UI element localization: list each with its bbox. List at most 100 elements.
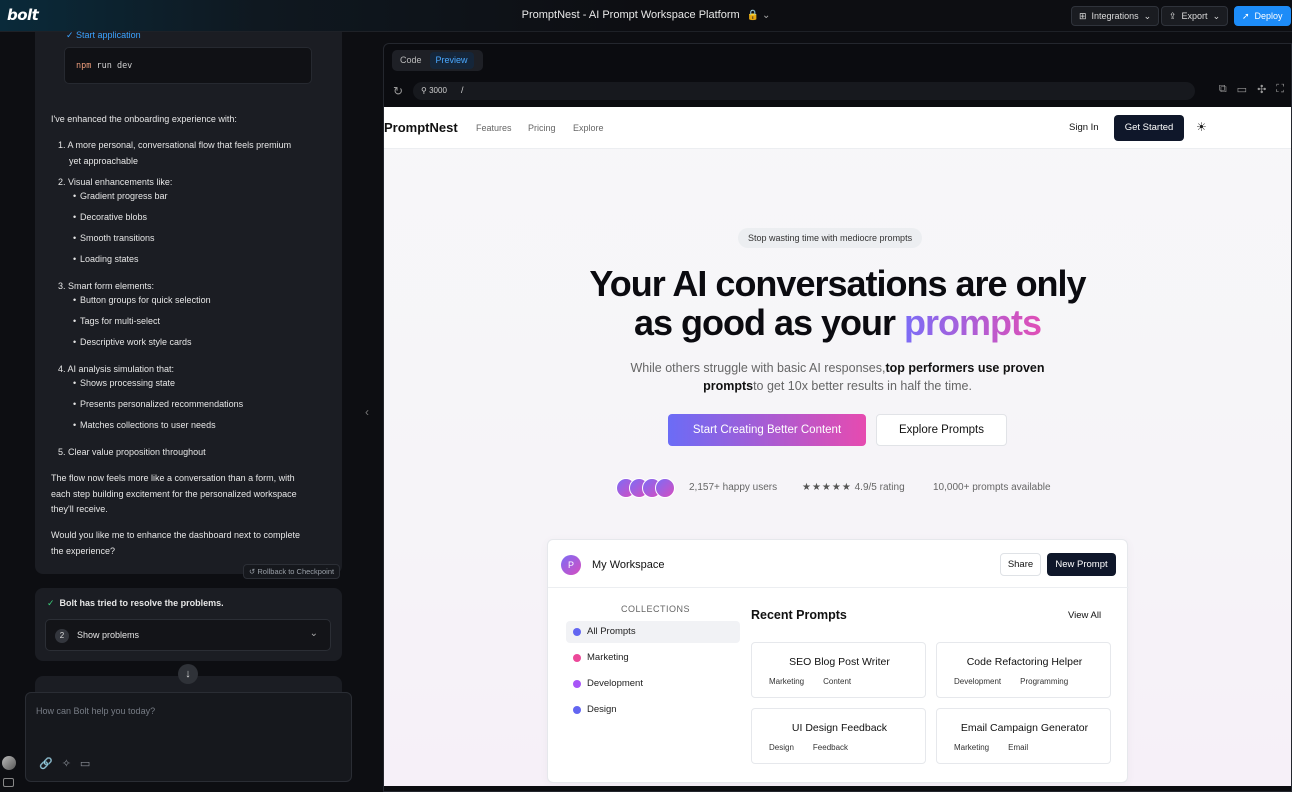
collection-development[interactable]: Development (566, 673, 740, 695)
export-icon: ⇪ (1169, 10, 1177, 21)
sub-list-item: Matches collections to user needs (73, 420, 216, 430)
prompt-title: UI Design Feedback (791, 722, 888, 734)
dot-icon (573, 706, 581, 714)
message-question: the experience? (51, 546, 116, 556)
collection-marketing[interactable]: Marketing (566, 647, 740, 669)
dot-icon (573, 628, 581, 636)
integrations-button[interactable]: ⊞ Integrations ⌄ (1071, 6, 1160, 26)
view-tabs: Code Preview (392, 50, 483, 71)
scroll-down-button[interactable]: ↓ (178, 664, 198, 684)
site-nav: PromptNest Features Pricing Explore Sign… (384, 107, 1291, 149)
sub-list-item: Presents personalized recommendations (73, 399, 243, 409)
nav-explore[interactable]: Explore (573, 123, 604, 133)
collection-design[interactable]: Design (566, 699, 740, 721)
export-button[interactable]: ⇪ Export ⌄ (1161, 6, 1229, 26)
explore-prompts-button[interactable]: Explore Prompts (876, 414, 1007, 446)
user-avatar[interactable] (2, 756, 16, 770)
open-external-icon[interactable]: ⧉ (1219, 83, 1227, 96)
message-closing: The flow now feels more like a conversat… (51, 473, 295, 483)
new-prompt-button[interactable]: New Prompt (1047, 553, 1116, 576)
collection-all-prompts[interactable]: All Prompts (566, 621, 740, 643)
prompt-tags: Marketing Email (954, 743, 1029, 752)
list-item-cont: yet approachable (69, 156, 139, 166)
chat-tools: 🔗 ✧ ▭ (39, 757, 90, 770)
sparkle-icon[interactable]: ✧ (62, 757, 71, 770)
list-item: 3. Smart form elements: (58, 281, 155, 291)
dot-icon (573, 680, 581, 688)
tab-preview[interactable]: Preview (429, 52, 474, 69)
link-icon[interactable]: 🔗 (39, 757, 53, 770)
prompt-card[interactable]: SEO Blog Post Writer Marketing Content (751, 642, 926, 698)
prompt-card[interactable]: UI Design Feedback Design Feedback (751, 708, 926, 764)
prompt-card[interactable]: Code Refactoring Helper Development Progr… (936, 642, 1111, 698)
theme-toggle-icon[interactable]: ☀ (1196, 120, 1207, 134)
show-problems-label: Show problems (77, 630, 140, 640)
message-closing: they'll receive. (51, 504, 108, 514)
view-all-link[interactable]: View All (1068, 610, 1101, 621)
command-box: npm run dev (64, 47, 312, 84)
stat-prompts: 10,000+ prompts available (933, 482, 1051, 493)
user-avatars (616, 478, 675, 498)
site-logo[interactable]: PromptNest (384, 120, 458, 135)
list-item: 5. Clear value proposition throughout (58, 447, 206, 457)
sub-list-item: Shows processing state (73, 378, 175, 388)
sub-list-item: Gradient progress bar (73, 191, 168, 201)
list-item: 4. AI analysis simulation that: (58, 364, 175, 374)
sub-list-item: Button groups for quick selection (73, 295, 211, 305)
rollback-checkpoint-button[interactable]: ↺ Rollback to Checkpoint (243, 564, 341, 579)
message-question: Would you like me to enhance the dashboa… (51, 530, 300, 540)
fullscreen-icon[interactable]: ⛶ (1276, 83, 1284, 96)
prompt-title: Email Campaign Generator (960, 722, 1089, 734)
chevron-down-icon: ⌄ (309, 628, 318, 639)
collapse-chevron-icon[interactable]: ‹ (365, 405, 369, 419)
stars-icon: ★★★★★ (802, 482, 852, 493)
avatar (655, 478, 675, 498)
recent-prompts-heading: Recent Prompts (751, 608, 847, 622)
chat-input[interactable]: How can Bolt help you today? 🔗 ✧ ▭ (25, 692, 352, 782)
start-creating-button[interactable]: Start Creating Better Content (668, 414, 866, 446)
get-started-button[interactable]: Get Started (1114, 115, 1184, 141)
sub-list-item: Smooth transitions (73, 233, 155, 243)
preview-actions: ⧉ ▭ ✣ ⛶ (1219, 83, 1284, 96)
show-problems-button[interactable]: 2 Show problems ⌄ (45, 619, 331, 651)
device-icon[interactable]: ▭ (1237, 83, 1247, 96)
nav-features[interactable]: Features (476, 123, 512, 133)
workspace-title: My Workspace (592, 559, 665, 571)
check-icon: ✓ (47, 598, 55, 608)
share-button[interactable]: Share (1000, 553, 1041, 576)
stat-users: 2,157+ happy users (689, 482, 778, 493)
start-application-step[interactable]: ✓ Start application (66, 30, 141, 41)
chat-input-placeholder: How can Bolt help you today? (36, 706, 156, 716)
deploy-button[interactable]: ➚ Deploy (1234, 6, 1291, 26)
problems-count-badge: 2 (55, 629, 69, 643)
workspace-card: P My Workspace Share New Prompt COLLECTI… (547, 539, 1129, 783)
dot-icon (573, 654, 581, 662)
tab-code[interactable]: Code (394, 52, 428, 69)
hero-pill: Stop wasting time with mediocre prompts (738, 228, 923, 248)
message-intro: I've enhanced the onboarding experience … (51, 114, 237, 124)
list-item: 1. A more personal, conversational flow … (58, 140, 292, 150)
sidebar-toggle-icon[interactable] (3, 778, 14, 787)
site-preview: PromptNest Features Pricing Explore Sign… (384, 107, 1291, 786)
url-bar[interactable]: ⚲ 3000 / (413, 82, 1195, 100)
prompt-card[interactable]: Email Campaign Generator Marketing Email (936, 708, 1111, 764)
sign-in-link[interactable]: Sign In (1069, 122, 1099, 133)
integrations-icon: ⊞ (1079, 10, 1087, 21)
message-closing: each step building excitement for the pe… (51, 489, 297, 499)
reload-icon[interactable]: ↻ (393, 84, 403, 98)
hero-title: Your AI conversations are only as good a… (589, 263, 1086, 343)
url-path: / (461, 85, 464, 95)
stat-rating: ★★★★★ 4.9/5 rating (802, 482, 905, 493)
sub-list-item: Decorative blobs (73, 212, 147, 222)
hero-subtitle: While others struggle with basic AI resp… (630, 361, 1045, 393)
nav-pricing[interactable]: Pricing (528, 123, 556, 133)
inspect-icon[interactable]: ✣ (1257, 83, 1266, 96)
lock-chevron-icon[interactable]: 🔒 ⌄ (747, 10, 771, 21)
prompt-tags: Design Feedback (769, 743, 849, 752)
resolve-title: ✓ Bolt has tried to resolve the problems. (47, 598, 224, 608)
discuss-icon[interactable]: ▭ (80, 757, 90, 770)
chevron-down-icon: ⌄ (1212, 10, 1221, 21)
sub-list-item: Loading states (73, 254, 138, 264)
prompt-tags: Marketing Content (769, 677, 852, 686)
port-label: ⚲ 3000 (421, 86, 447, 95)
